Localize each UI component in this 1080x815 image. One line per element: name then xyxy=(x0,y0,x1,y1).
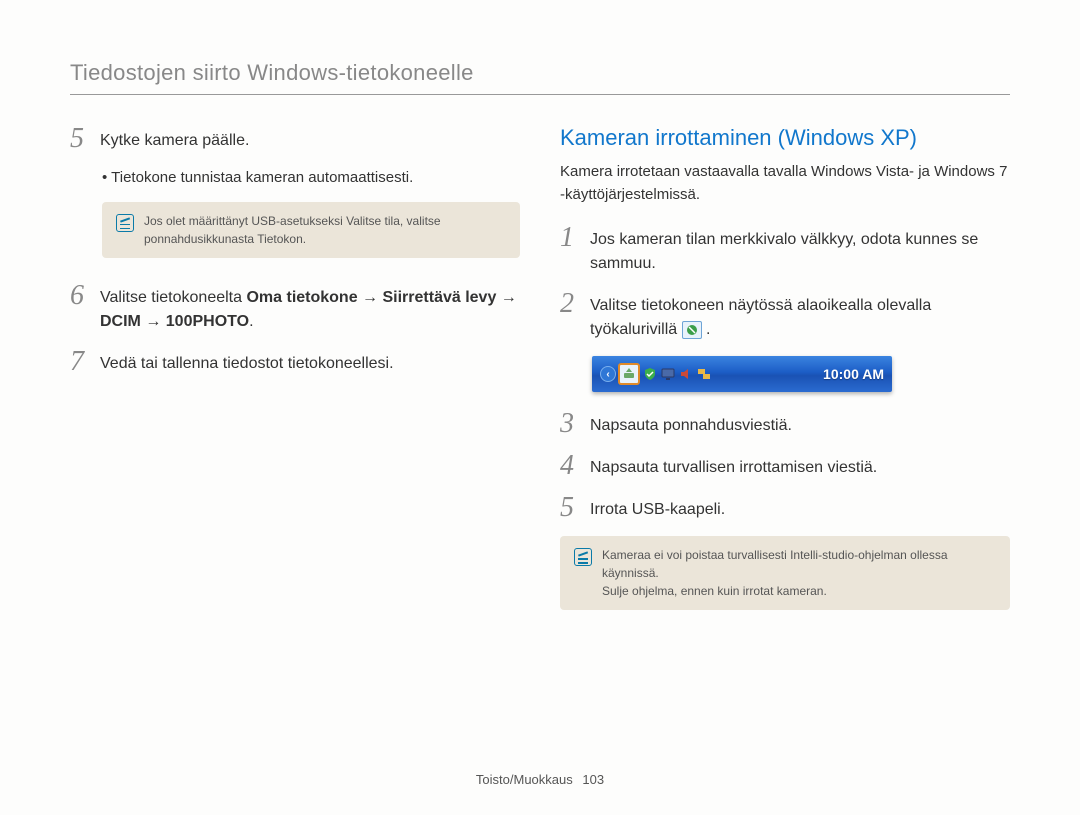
note-box-intelli: Kameraa ei voi poistaa turvallisesti Int… xyxy=(560,536,1010,610)
network-icon[interactable] xyxy=(696,366,712,382)
bullet-text: Tietokone tunnistaa kameran automaattise… xyxy=(111,169,413,186)
step-text: Kytke kamera päälle. xyxy=(100,125,249,153)
windows-xp-taskbar: ‹ 10:00 AM xyxy=(592,356,892,392)
step-text: Jos kameran tilan merkkivalo välkkyy, od… xyxy=(590,224,1010,276)
shield-icon[interactable] xyxy=(642,366,658,382)
step-7: 7 Vedä tai tallenna tiedostot tietokonee… xyxy=(70,348,520,376)
step2-suffix: . xyxy=(706,321,710,338)
content-columns: 5 Kytke kamera päälle. • Tietokone tunni… xyxy=(70,125,1010,610)
right-column: Kameran irrottaminen (Windows XP) Kamera… xyxy=(560,125,1010,610)
step-6: 6 Valitse tietokoneelta Oma tietokone → … xyxy=(70,282,520,334)
step-number: 6 xyxy=(70,282,90,310)
left-column: 5 Kytke kamera päälle. • Tietokone tunni… xyxy=(70,125,520,610)
monitor-icon[interactable] xyxy=(660,366,676,382)
step-number: 3 xyxy=(560,410,580,438)
step-text: Valitse tietokoneelta Oma tietokone → Si… xyxy=(100,282,520,334)
note-icon xyxy=(574,548,592,566)
note-bold-1: Valitse tila xyxy=(346,214,400,228)
step-number: 5 xyxy=(70,125,90,153)
note-box-usb: Jos olet määrittänyt USB-asetukseksi Val… xyxy=(102,202,520,258)
step-r5: 5 Irrota USB-kaapeli. xyxy=(560,494,1010,522)
tray-expand-icon[interactable]: ‹ xyxy=(600,366,616,382)
step-5: 5 Kytke kamera päälle. xyxy=(70,125,520,153)
footer-page-number: 103 xyxy=(582,772,604,787)
bullet-prefix: • xyxy=(102,169,111,186)
note-text: Jos olet määrittänyt USB-asetukseksi Val… xyxy=(144,212,506,248)
volume-icon[interactable] xyxy=(678,366,694,382)
note-text: Kameraa ei voi poistaa turvallisesti Int… xyxy=(602,546,996,600)
note-bold-2: Tietokon xyxy=(257,232,303,246)
section-subtitle: Kamera irrotetaan vastaavalla tavalla Wi… xyxy=(560,161,1010,206)
note2-line1: Kameraa ei voi poistaa turvallisesti Int… xyxy=(602,546,996,582)
safely-remove-icon[interactable] xyxy=(618,363,640,385)
section-title: Kameran irrottaminen (Windows XP) xyxy=(560,125,1010,151)
taskbar-figure: ‹ 10:00 AM xyxy=(592,356,1010,392)
step-number: 1 xyxy=(560,224,580,252)
step6-prefix: Valitse tietokoneelta xyxy=(100,289,246,306)
page-header-title: Tiedostojen siirto Windows-tietokoneelle xyxy=(70,60,1010,86)
step-text: Vedä tai tallenna tiedostot tietokoneell… xyxy=(100,348,394,376)
step-text: Napsauta turvallisen irrottamisen viesti… xyxy=(590,452,877,480)
step-number: 5 xyxy=(560,494,580,522)
step-text: Valitse tietokoneen näytössä alaoikealla… xyxy=(590,290,1010,342)
step2-prefix: Valitse tietokoneen näytössä alaoikealla… xyxy=(590,297,931,338)
note-suffix: . xyxy=(303,232,306,246)
step-number: 4 xyxy=(560,452,580,480)
header-rule xyxy=(70,94,1010,95)
step-r2: 2 Valitse tietokoneen näytössä alaoikeal… xyxy=(560,290,1010,342)
footer-section: Toisto/Muokkaus xyxy=(476,772,573,787)
safely-remove-icon xyxy=(682,321,702,339)
note-icon xyxy=(116,214,134,232)
step-number: 2 xyxy=(560,290,580,318)
step-r4: 4 Napsauta turvallisen irrottamisen vies… xyxy=(560,452,1010,480)
step6-suffix: . xyxy=(249,313,253,330)
page-footer: Toisto/Muokkaus 103 xyxy=(0,772,1080,787)
note-prefix: Jos olet määrittänyt USB-asetukseksi xyxy=(144,214,346,228)
taskbar-clock: 10:00 AM xyxy=(823,366,884,382)
step-5-bullet: • Tietokone tunnistaa kameran automaatti… xyxy=(102,167,520,190)
step-number: 7 xyxy=(70,348,90,376)
note2-line2: Sulje ohjelma, ennen kuin irrotat kamera… xyxy=(602,582,996,600)
step-r1: 1 Jos kameran tilan merkkivalo välkkyy, … xyxy=(560,224,1010,276)
step-text: Irrota USB-kaapeli. xyxy=(590,494,725,522)
step-r3: 3 Napsauta ponnahdusviestiä. xyxy=(560,410,1010,438)
step-text: Napsauta ponnahdusviestiä. xyxy=(590,410,792,438)
